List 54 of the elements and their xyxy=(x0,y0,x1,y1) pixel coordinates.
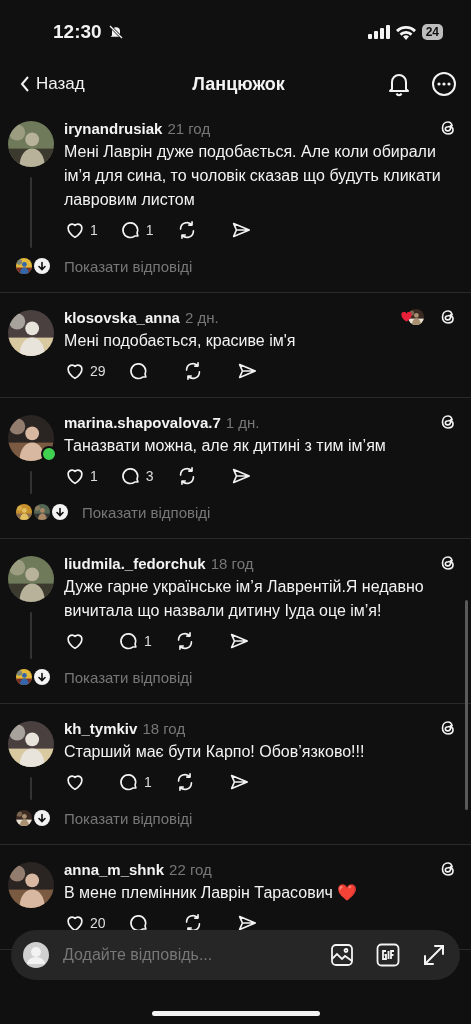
post-time: 22 год xyxy=(169,860,213,878)
post-text: Дуже гарне українське ім’я Лаврентій.Я недавно вичитала що назвали дитину Іуда оце ім’я! xyxy=(64,577,425,621)
username[interactable]: klosovska_anna xyxy=(64,308,180,326)
reply-icon[interactable] xyxy=(119,219,142,241)
muted-bell-icon xyxy=(107,24,124,40)
more-options-icon[interactable] xyxy=(431,71,457,97)
back-button[interactable]: Назад xyxy=(20,74,85,94)
show-replies-link[interactable]: Показати відповіді xyxy=(64,257,193,275)
like-count: 20 xyxy=(90,915,106,931)
arrow-down-icon xyxy=(34,258,50,274)
avatar-icon xyxy=(23,942,49,968)
signal-icon xyxy=(367,25,390,39)
battery-level: 24 xyxy=(421,24,443,40)
like-count: 1 xyxy=(90,468,98,484)
reply-count: 1 xyxy=(144,633,152,649)
reply-icon[interactable] xyxy=(118,771,140,793)
arrow-down-icon xyxy=(34,669,50,685)
arrow-down-icon xyxy=(34,810,50,826)
image-icon[interactable] xyxy=(330,943,354,967)
show-replies-link[interactable]: Показати відповіді xyxy=(64,809,193,827)
post-time: 21 год xyxy=(167,119,212,137)
post-text: Старший має бути Карпо! Обов’язково!!! xyxy=(64,742,366,762)
like-count: 29 xyxy=(90,363,106,379)
page-title: Ланцюжок xyxy=(192,73,285,95)
clock-time: 12:30 xyxy=(53,21,102,43)
username[interactable]: liudmila._fedorchuk xyxy=(64,554,206,572)
reply-count: 1 xyxy=(145,222,154,238)
reply-icon[interactable] xyxy=(119,465,142,487)
post-time: 1 дн. xyxy=(225,413,261,431)
username[interactable]: anna_m_shnk xyxy=(64,860,165,878)
like-count: 1 xyxy=(90,222,98,238)
username[interactable]: kh_tymkiv xyxy=(64,719,138,737)
wifi-icon xyxy=(395,24,416,40)
chevron-left-icon xyxy=(20,75,30,93)
post-time: 18 год xyxy=(210,554,255,572)
reply-count: 1 xyxy=(144,774,152,790)
reply-field[interactable]: Додайте відповідь... xyxy=(61,945,318,965)
post-time: 18 год xyxy=(142,719,187,737)
username[interactable]: irynandrusiak xyxy=(64,119,163,137)
post-text: Мені подобається, красиве ім'я xyxy=(64,331,297,351)
reply-count: 3 xyxy=(145,468,154,484)
show-replies-link[interactable]: Показати відповіді xyxy=(82,503,211,521)
post-text: Мені Лаврін дуже подобається. Але коли обирали ім’я для сина, то чоловік сказав що будуть кликати лавровим листом xyxy=(64,142,442,210)
gif-icon[interactable] xyxy=(376,943,400,967)
post-text: В мене племінник Лаврін Тарасович ❤ xyxy=(64,883,359,903)
bell-icon[interactable] xyxy=(387,71,411,97)
expand-icon[interactable] xyxy=(422,943,446,967)
post-text: Таназвати можна, але як дитині з тим ім’ям xyxy=(64,436,387,456)
reply-icon[interactable] xyxy=(127,360,150,382)
show-replies-link[interactable]: Показати відповіді xyxy=(64,668,193,686)
username[interactable]: marina.shapovalova.7 xyxy=(64,413,221,431)
arrow-down-icon xyxy=(52,504,68,520)
reply-icon[interactable] xyxy=(118,630,140,652)
post-time: 2 дн. xyxy=(184,308,220,326)
